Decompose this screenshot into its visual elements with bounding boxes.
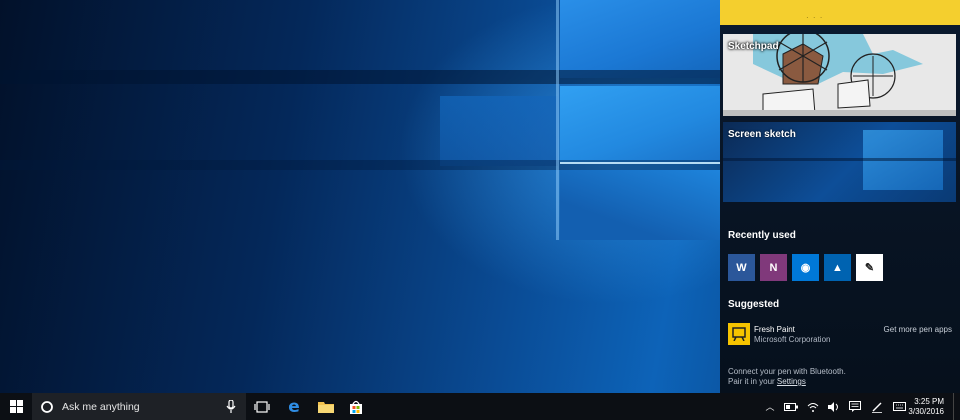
sketchpad-tile[interactable]: Sketchpad <box>723 34 956 116</box>
settings-link[interactable]: Settings <box>777 377 806 386</box>
recent-app-pen[interactable]: ✎ <box>856 254 883 281</box>
fresh-paint-icon[interactable] <box>728 323 750 345</box>
bluetooth-hint-prefix: Pair it in your <box>728 377 775 386</box>
wallpaper-shadow-band <box>0 70 720 84</box>
wallpaper-window-pane <box>560 170 720 240</box>
wallpaper-glow-line <box>560 162 720 164</box>
taskbar: Ask me anything e ︿ 3:25 PM 3/30/2016 <box>0 393 960 420</box>
wallpaper-glow-line <box>556 0 559 240</box>
show-hidden-icons-button[interactable]: ︿ <box>762 393 778 420</box>
network-button[interactable] <box>804 393 822 420</box>
folder-icon <box>318 402 334 413</box>
edge-icon: e <box>288 396 300 417</box>
windows-logo-icon <box>9 400 23 413</box>
notification-icon <box>849 401 861 412</box>
screen-sketch-tile[interactable]: Screen sketch <box>723 122 956 202</box>
edge-button[interactable]: e <box>282 393 306 420</box>
battery-icon <box>784 402 798 411</box>
task-view-icon <box>254 400 270 413</box>
store-bag-icon <box>350 400 362 414</box>
suggested-heading: Suggested <box>728 299 780 310</box>
wallpaper-window-pane <box>560 86 720 162</box>
recent-app-maps[interactable]: ◉ <box>792 254 819 281</box>
pen-icon <box>872 402 882 413</box>
sketchpad-label: Sketchpad <box>728 41 779 52</box>
ink-workspace-panel: · · · Sketchpad Screen sketch Recently u… <box>720 0 960 393</box>
bluetooth-hint-line2: Pair it in your Settings <box>728 377 806 386</box>
cortana-circle-icon <box>41 400 53 413</box>
bluetooth-hint-text: Connect your pen with Bluetooth. <box>728 367 846 376</box>
task-view-button[interactable] <box>250 393 274 420</box>
recent-app-word[interactable]: W <box>728 254 755 281</box>
photos-icon: ▲ <box>832 261 843 274</box>
file-explorer-button[interactable] <box>314 393 338 420</box>
suggested-app-name[interactable]: Fresh Paint <box>754 325 795 334</box>
screen-sketch-glow-line <box>723 158 956 161</box>
maps-icon: ◉ <box>800 262 811 274</box>
show-desktop-button[interactable] <box>953 393 960 420</box>
speaker-icon <box>827 401 838 412</box>
word-icon: W <box>736 261 747 274</box>
wallpaper-window-pane <box>560 0 720 78</box>
volume-button[interactable] <box>824 393 842 420</box>
microphone-icon[interactable] <box>226 400 236 414</box>
screen-sketch-label: Screen sketch <box>728 129 796 140</box>
clock-date[interactable]: 3/30/2016 <box>900 407 944 416</box>
clock-time[interactable]: 3:25 PM <box>904 397 944 406</box>
windows-ink-button[interactable] <box>868 393 886 420</box>
chevron-up-icon: ︿ <box>765 402 775 412</box>
suggested-app-publisher: Microsoft Corporation <box>754 335 831 344</box>
onenote-icon: N <box>769 261 778 274</box>
wallpaper-window-pane <box>440 96 558 166</box>
get-more-pen-apps-link[interactable]: Get more pen apps <box>884 325 952 334</box>
sticky-notes-dots: · · · <box>806 13 824 22</box>
store-button[interactable] <box>344 393 368 420</box>
easel-icon <box>732 327 746 341</box>
search-placeholder: Ask me anything <box>62 400 140 413</box>
start-button[interactable] <box>0 393 32 420</box>
action-center-button[interactable] <box>846 393 864 420</box>
pen-app-icon: ✎ <box>864 262 875 274</box>
battery-button[interactable] <box>782 393 800 420</box>
recent-app-onenote[interactable]: N <box>760 254 787 281</box>
sticky-notes-tile[interactable]: · · · <box>720 0 960 25</box>
cortana-search-box[interactable]: Ask me anything <box>32 393 246 420</box>
recent-app-photos[interactable]: ▲ <box>824 254 851 281</box>
recently-used-heading: Recently used <box>728 230 796 241</box>
wifi-icon <box>807 402 819 412</box>
